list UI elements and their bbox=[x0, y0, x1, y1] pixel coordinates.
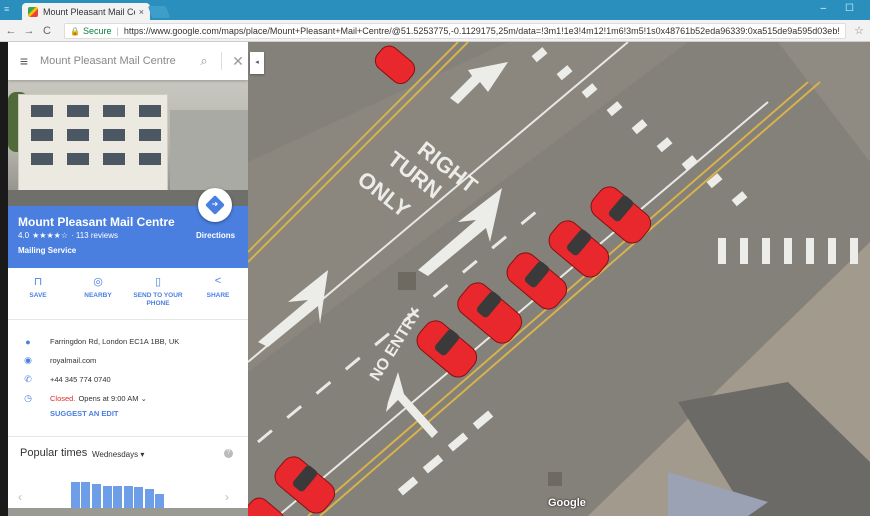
place-photo[interactable] bbox=[8, 80, 248, 206]
app-menu-icon[interactable]: ≡ bbox=[4, 4, 14, 14]
send-to-phone-label: SEND TO YOUR PHONE bbox=[133, 292, 183, 307]
phone-row[interactable]: ✆ +44 345 774 0740 bbox=[8, 370, 248, 389]
tab-title: Mount Pleasant Mail Cen bbox=[43, 6, 135, 17]
opening-time: Opens at 9:00 AM bbox=[78, 394, 139, 403]
website-link[interactable]: royalmail.com bbox=[50, 356, 96, 365]
secure-label: Secure bbox=[82, 26, 112, 36]
lock-icon: 🔒 bbox=[70, 26, 80, 36]
maximize-icon[interactable]: ☐ bbox=[845, 3, 854, 14]
maps-favicon-icon bbox=[28, 6, 38, 17]
action-bar: ⊓ SAVE ◎ NEARBY ▯ SEND TO YOUR PHONE < S… bbox=[8, 268, 248, 320]
location-pin-icon: ● bbox=[25, 336, 31, 347]
phone-icon: ▯ bbox=[154, 276, 162, 288]
url-text: https://www.google.com/maps/place/Mount+… bbox=[123, 26, 840, 36]
google-logo: Google bbox=[548, 497, 586, 509]
reviews-link[interactable]: · 113 reviews bbox=[71, 231, 118, 240]
place-panel: ≡ Mount Pleasant Mail Centre ⌕ ✕ ➜ Mount… bbox=[8, 42, 248, 516]
suggest-edit-link[interactable]: SUGGEST AN EDIT bbox=[8, 409, 248, 418]
place-category[interactable]: Mailing Service bbox=[18, 246, 76, 255]
closed-status: Closed. bbox=[50, 394, 76, 403]
satellite-map[interactable]: RIGHT TURN ONLY NO ENTRY Google bbox=[248, 42, 870, 516]
directions-label[interactable]: Directions bbox=[196, 231, 235, 240]
phone-number: +44 345 774 0740 bbox=[50, 375, 111, 384]
place-info: ● Farringdon Rd, London EC1A 1BB, UK ◉ r… bbox=[8, 332, 248, 419]
search-icon[interactable]: ⌕ bbox=[193, 53, 215, 69]
url-separator: | bbox=[116, 26, 119, 36]
back-icon[interactable]: ← bbox=[4, 25, 18, 37]
browser-tab[interactable]: Mount Pleasant Mail Cen × bbox=[22, 3, 150, 20]
browser-window: ≡ Mount Pleasant Mail Cen × – ☐ ← → C 🔒 … bbox=[0, 0, 870, 516]
share-label: SHARE bbox=[206, 292, 230, 299]
popular-times: Popular times Wednesdays ▾ ? ‹ › 6a9a12p… bbox=[8, 440, 248, 516]
share-icon: < bbox=[214, 275, 222, 287]
save-label: SAVE bbox=[29, 292, 47, 299]
bookmark-star-icon[interactable]: ☆ bbox=[854, 24, 864, 37]
directions-icon: ➜ bbox=[205, 195, 225, 215]
nearby-icon: ◎ bbox=[93, 276, 103, 288]
website-row[interactable]: ◉ royalmail.com bbox=[8, 351, 248, 370]
panel-bottom-photos bbox=[8, 508, 248, 516]
chevron-left-icon[interactable]: ‹ bbox=[18, 490, 22, 504]
minimize-icon[interactable]: – bbox=[820, 3, 826, 14]
globe-icon: ◉ bbox=[24, 355, 32, 365]
nearby-label: NEARBY bbox=[84, 292, 112, 299]
send-to-phone-button[interactable]: ▯ SEND TO YOUR PHONE bbox=[128, 268, 188, 319]
hours-text: Closed. Opens at 9:00 AM ⌄ bbox=[50, 394, 147, 403]
popular-times-day-select[interactable]: Wednesdays ▾ bbox=[92, 450, 144, 459]
rating-row: 4.0 ★★★★☆ · 113 reviews bbox=[18, 231, 118, 240]
bookmark-icon: ⊓ bbox=[33, 276, 43, 288]
hours-expand-icon[interactable]: ⌄ bbox=[141, 394, 147, 403]
search-divider bbox=[221, 52, 222, 70]
new-tab-button[interactable] bbox=[147, 6, 171, 18]
save-button[interactable]: ⊓ SAVE bbox=[8, 268, 68, 319]
collapse-panel-button[interactable]: ◂ bbox=[250, 52, 264, 74]
rating-value: 4.0 bbox=[18, 231, 30, 240]
address-bar[interactable]: 🔒 Secure | https://www.google.com/maps/p… bbox=[64, 23, 846, 39]
section-divider bbox=[8, 436, 248, 437]
search-box: ≡ Mount Pleasant Mail Centre ⌕ ✕ bbox=[8, 42, 248, 80]
star-rating-icon: ★★★★☆ bbox=[32, 231, 68, 240]
map-imagery: RIGHT TURN ONLY NO ENTRY bbox=[248, 42, 870, 516]
tab-strip: ≡ Mount Pleasant Mail Cen × – ☐ bbox=[0, 0, 870, 20]
hamburger-menu-icon[interactable]: ≡ bbox=[8, 53, 40, 69]
chevron-right-icon[interactable]: › bbox=[225, 490, 229, 504]
place-header: ➜ Mount Pleasant Mail Centre 4.0 ★★★★☆ ·… bbox=[8, 188, 248, 268]
nearby-button[interactable]: ◎ NEARBY bbox=[68, 268, 128, 319]
forward-icon[interactable]: → bbox=[22, 25, 36, 37]
search-input[interactable]: Mount Pleasant Mail Centre bbox=[40, 55, 193, 67]
reload-icon[interactable]: C bbox=[40, 25, 54, 37]
phone-call-icon: ✆ bbox=[24, 374, 32, 384]
address-row[interactable]: ● Farringdon Rd, London EC1A 1BB, UK bbox=[8, 332, 248, 351]
browser-toolbar: ← → C 🔒 Secure | https://www.google.com/… bbox=[0, 20, 870, 42]
share-button[interactable]: < SHARE bbox=[188, 268, 248, 319]
directions-button[interactable]: ➜ bbox=[198, 188, 232, 222]
clear-search-icon[interactable]: ✕ bbox=[228, 53, 248, 70]
popular-times-title: Popular times bbox=[20, 447, 88, 459]
clock-icon: ◷ bbox=[24, 393, 32, 403]
place-title: Mount Pleasant Mail Centre bbox=[18, 215, 175, 229]
help-icon[interactable]: ? bbox=[224, 449, 233, 458]
tab-close-icon[interactable]: × bbox=[139, 7, 144, 17]
address-text: Farringdon Rd, London EC1A 1BB, UK bbox=[50, 337, 180, 346]
hours-row[interactable]: ◷ Closed. Opens at 9:00 AM ⌄ bbox=[8, 389, 248, 408]
